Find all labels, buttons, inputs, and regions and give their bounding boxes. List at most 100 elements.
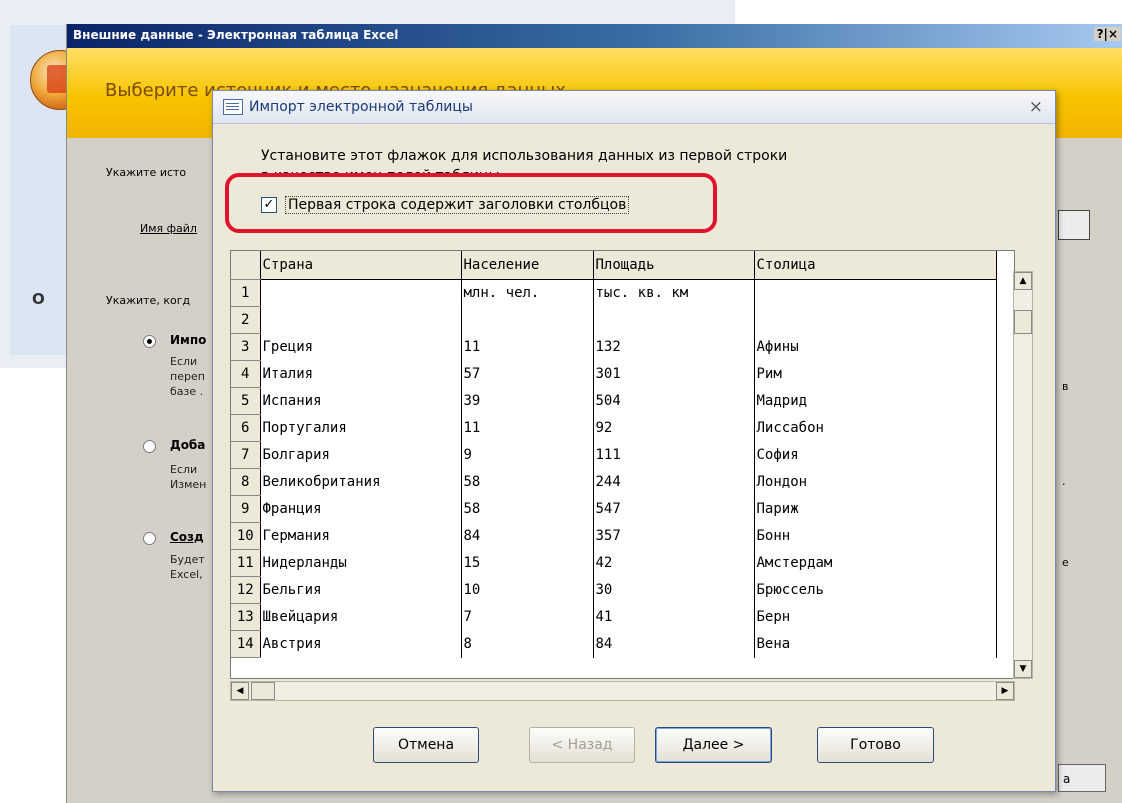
finish-button[interactable]: Готово [817,727,934,763]
wizard-title: Внешние данные - Электронная таблица Exc… [73,28,399,42]
table-cell: Болгария [260,441,462,469]
row-number: 9 [231,495,261,523]
table-row[interactable]: 12 Бельгия 10 30 Брюссель [231,576,997,604]
wizard-title-buttons[interactable]: ?|× [1093,27,1121,41]
table-cell: 30 [593,576,755,604]
table-row[interactable]: 13 Швейцария 7 41 Берн [231,603,997,631]
table-cell: Германия [260,522,462,550]
append-radio-description: Если Измен [170,463,207,491]
table-row[interactable]: 1 млн. чел. тыс. кв. км [231,279,997,307]
table-cell [260,306,462,334]
vertical-scrollbar[interactable]: ▲ ▼ [1013,271,1033,679]
column-header[interactable]: Страна [260,251,462,280]
table-cell: Швейцария [260,603,462,631]
row-number: 4 [231,360,261,388]
table-cell: 92 [593,414,755,442]
table-cell: Париж [754,495,997,523]
column-header[interactable]: Площадь [593,251,755,280]
background-side-letter: O [32,290,45,308]
grid-header-row: Страна Население Площадь Столица [231,251,997,280]
vertical-scroll-thumb[interactable] [1014,310,1032,334]
row-number: 3 [231,333,261,361]
append-radio[interactable] [143,440,156,453]
table-cell: Брюссель [754,576,997,604]
table-cell: 42 [593,549,755,577]
import-spreadsheet-dialog: Импорт электронной таблицы × Установите … [212,90,1056,792]
table-cell [461,306,594,334]
table-row[interactable]: 9 Франция 58 547 Париж [231,495,997,523]
table-cell: Великобритания [260,468,462,496]
close-icon[interactable]: × [1029,97,1043,117]
column-header[interactable]: Население [461,251,594,280]
table-cell [260,279,462,307]
table-row[interactable]: 8 Великобритания 58 244 Лондон [231,468,997,496]
horizontal-scrollbar[interactable]: ◀ ▶ [230,681,1015,701]
table-cell: Нидерланды [260,549,462,577]
table-cell: Бельгия [260,576,462,604]
table-row[interactable]: 2 [231,306,997,334]
cancel-button[interactable]: Отмена [373,727,479,763]
browse-button[interactable] [1058,210,1090,240]
table-row[interactable]: 4 Италия 57 301 Рим [231,360,997,388]
red-highlight-annotation [225,173,717,233]
scroll-right-icon[interactable]: ▶ [996,682,1014,700]
table-cell: 11 [461,414,594,442]
import-radio[interactable] [143,335,156,348]
table-cell: 41 [593,603,755,631]
data-preview-grid[interactable]: Страна Население Площадь Столица 1 млн. ч… [230,250,1015,679]
wizard-ok-button[interactable]: а [1058,764,1106,792]
table-cell: Мадрид [754,387,997,415]
column-header[interactable]: Столица [754,251,997,280]
table-cell: 547 [593,495,755,523]
source-label: Укажите исто [106,166,187,179]
table-row[interactable]: 14 Австрия 8 84 Вена [231,630,997,658]
table-cell: Берн [754,603,997,631]
scroll-down-icon[interactable]: ▼ [1014,660,1032,678]
scroll-left-icon[interactable]: ◀ [231,682,249,700]
table-row[interactable]: 11 Нидерланды 15 42 Амстердам [231,549,997,577]
instruction-text: Установите этот флажок для использования… [261,148,788,164]
table-cell: 58 [461,468,594,496]
spreadsheet-icon [223,99,243,115]
horizontal-scroll-thumb[interactable] [251,682,275,700]
table-cell: Франция [260,495,462,523]
row-number: 13 [231,603,261,631]
table-cell: Португалия [260,414,462,442]
table-row[interactable]: 10 Германия 84 357 Бонн [231,522,997,550]
row-number: 2 [231,306,261,334]
table-cell: Испания [260,387,462,415]
row-number: 12 [231,576,261,604]
wizard-title-bar: Внешние данные - Электронная таблица Exc… [67,24,1122,48]
table-cell: 244 [593,468,755,496]
row-number: 8 [231,468,261,496]
table-cell: Греция [260,333,462,361]
table-cell: 84 [593,630,755,658]
dialog-title-bar: Импорт электронной таблицы × [213,91,1055,124]
table-cell: 7 [461,603,594,631]
table-cell: 15 [461,549,594,577]
table-cell: 84 [461,522,594,550]
table-cell: 9 [461,441,594,469]
table-cell: 10 [461,576,594,604]
table-cell: 504 [593,387,755,415]
table-cell: 8 [461,630,594,658]
row-number: 7 [231,441,261,469]
table-row[interactable]: 7 Болгария 9 111 София [231,441,997,469]
table-row[interactable]: 6 Португалия 11 92 Лиссабон [231,414,997,442]
table-cell: 301 [593,360,755,388]
table-row[interactable]: 3 Греция 11 132 Афины [231,333,997,361]
table-cell: Лиссабон [754,414,997,442]
scroll-up-icon[interactable]: ▲ [1014,272,1032,290]
table-row[interactable]: 5 Испания 39 504 Мадрид [231,387,997,415]
filename-label: Имя файл [140,222,197,235]
table-cell: Италия [260,360,462,388]
link-radio[interactable] [143,532,156,545]
back-button[interactable]: < Назад [529,727,635,763]
table-cell: 132 [593,333,755,361]
append-radio-label: Доба [170,438,206,452]
table-cell: млн. чел. [461,279,594,307]
table-cell: Бонн [754,522,997,550]
next-button[interactable]: Далее > [655,727,772,763]
table-cell: 57 [461,360,594,388]
when-label: Укажите, когд [106,294,191,307]
